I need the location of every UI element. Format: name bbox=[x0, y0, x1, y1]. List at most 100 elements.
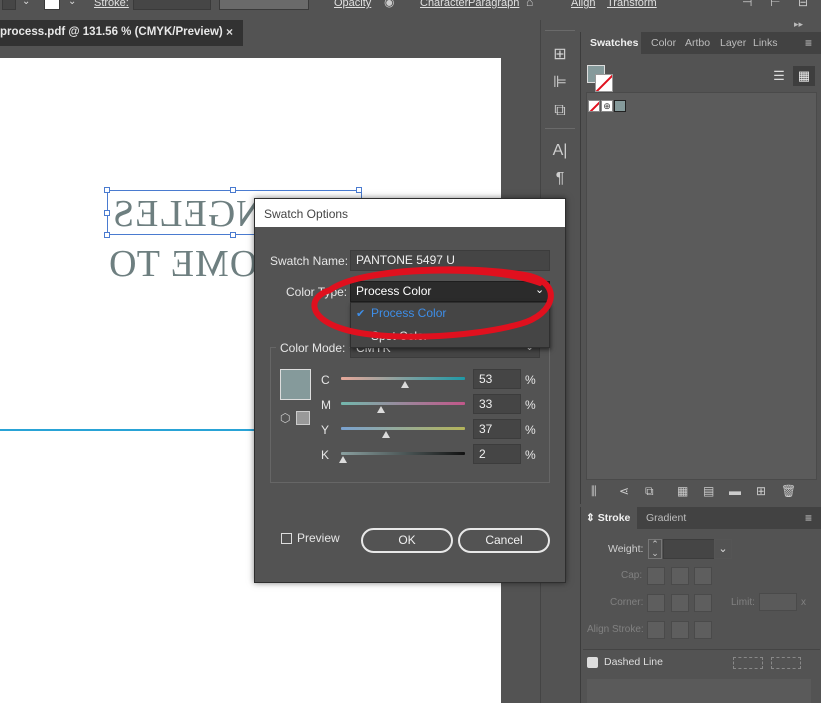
list-view-icon[interactable]: ☰ bbox=[769, 66, 789, 86]
dashed-line-checkbox[interactable] bbox=[587, 657, 598, 668]
dash-preserve-icon[interactable] bbox=[733, 657, 763, 669]
align-inside-button[interactable] bbox=[671, 621, 689, 639]
tab-gradient[interactable]: Gradient bbox=[646, 512, 686, 524]
projecting-cap-button[interactable] bbox=[694, 567, 712, 585]
trash-icon[interactable]: 🗑 bbox=[781, 484, 796, 498]
divider bbox=[583, 649, 820, 650]
collapse-right-icon[interactable]: ▸▸ bbox=[794, 19, 803, 30]
tab-swatches[interactable]: Swatches bbox=[590, 37, 638, 49]
magenta-label: M bbox=[321, 398, 331, 412]
selection-handle[interactable] bbox=[104, 187, 110, 193]
stroke-panel: ⇕ Stroke Gradient ≡ Weight: ⌃ ⌄ ⌄ Cap: Co… bbox=[580, 507, 821, 703]
artwork-text-line-1[interactable]: NGELES bbox=[112, 192, 264, 236]
out-of-gamut-cube-icon[interactable]: ⬡ bbox=[280, 411, 290, 425]
tab-color[interactable]: Color bbox=[651, 37, 676, 49]
yellow-unit: % bbox=[525, 423, 536, 437]
bevel-join-button[interactable] bbox=[694, 594, 712, 612]
new-swatch-icon[interactable]: ⊞ bbox=[756, 484, 766, 498]
chevron-down-icon[interactable]: ⌄ bbox=[714, 539, 732, 559]
tab-links[interactable]: Links bbox=[753, 37, 778, 49]
round-cap-button[interactable] bbox=[671, 567, 689, 585]
selection-handle[interactable] bbox=[104, 210, 110, 216]
swatch-none[interactable] bbox=[588, 100, 600, 112]
align-center-button[interactable] bbox=[647, 621, 665, 639]
tab-artboards[interactable]: Artbo bbox=[685, 37, 710, 49]
swatch-registration[interactable]: ⊕ bbox=[601, 100, 613, 112]
swatch-list[interactable]: ⊕ bbox=[586, 92, 817, 480]
black-slider[interactable] bbox=[341, 452, 465, 455]
stroke-indicator[interactable] bbox=[595, 74, 613, 92]
transform-link[interactable]: Transform bbox=[607, 0, 657, 9]
opentype-icon[interactable]: ⌂ bbox=[526, 0, 533, 9]
yellow-field[interactable]: 37 bbox=[473, 419, 521, 439]
stroke-label[interactable]: Stroke: bbox=[94, 0, 129, 9]
dash-gap-fields[interactable] bbox=[587, 679, 811, 703]
butt-cap-button[interactable] bbox=[647, 567, 665, 585]
variable-width-profile[interactable] bbox=[219, 0, 309, 10]
stroke-swatch[interactable] bbox=[44, 0, 60, 10]
weight-field[interactable] bbox=[663, 539, 715, 559]
cancel-button[interactable]: Cancel bbox=[458, 528, 550, 553]
stroke-panel-tabs: ⇕ Stroke Gradient ≡ bbox=[581, 507, 821, 529]
tab-stroke[interactable]: ⇕ Stroke bbox=[586, 512, 630, 524]
limit-field[interactable] bbox=[759, 593, 797, 611]
isolate-icon[interactable]: ⊢ bbox=[770, 0, 780, 9]
round-join-button[interactable] bbox=[671, 594, 689, 612]
folder-icon[interactable]: ▬ bbox=[729, 484, 741, 498]
document-tab-bar: process.pdf @ 131.56 % (CMYK/Preview) × bbox=[0, 20, 540, 46]
paragraph-link[interactable]: Paragraph bbox=[468, 0, 519, 9]
fill-swatch[interactable] bbox=[2, 0, 16, 10]
cyan-slider[interactable] bbox=[341, 377, 465, 380]
black-slider-thumb[interactable] bbox=[339, 456, 347, 463]
corner-label: Corner: bbox=[610, 597, 644, 608]
align-icon[interactable]: ⊫ bbox=[551, 74, 569, 92]
yellow-slider[interactable] bbox=[341, 427, 465, 430]
show-kinds-icon[interactable]: ⋖ bbox=[619, 484, 629, 498]
cyan-slider-thumb[interactable] bbox=[401, 381, 409, 388]
artboards-icon[interactable]: ⊞ bbox=[551, 46, 569, 64]
selection-handle[interactable] bbox=[356, 187, 362, 193]
paragraph-icon[interactable]: ¶ bbox=[551, 170, 569, 188]
chevron-down-icon[interactable]: ⌄ bbox=[22, 0, 30, 7]
black-field[interactable]: 2 bbox=[473, 444, 521, 464]
ok-button[interactable]: OK bbox=[361, 528, 453, 553]
edit-color-icon[interactable]: ▤ bbox=[703, 484, 714, 498]
arrange-icon[interactable]: ⊣ bbox=[742, 0, 752, 9]
panel-menu-icon[interactable]: ≡ bbox=[805, 36, 812, 50]
tab-layers[interactable]: Layer bbox=[720, 37, 746, 49]
swatch-pantone[interactable] bbox=[614, 100, 626, 112]
align-outside-button[interactable] bbox=[694, 621, 712, 639]
limit-unit: x bbox=[801, 597, 806, 608]
cyan-field[interactable]: 53 bbox=[473, 369, 521, 389]
close-icon[interactable]: × bbox=[226, 25, 233, 39]
magenta-slider[interactable] bbox=[341, 402, 465, 405]
panel-menu-icon[interactable]: ≡ bbox=[805, 511, 812, 525]
chevron-down-icon[interactable]: ⌄ bbox=[68, 0, 76, 7]
web-safe-swatch[interactable] bbox=[296, 411, 310, 425]
character-icon[interactable]: A| bbox=[551, 142, 569, 160]
grid-view-icon[interactable]: ▦ bbox=[793, 66, 815, 86]
artwork-text-line-2[interactable]: OME TO bbox=[108, 242, 257, 286]
weight-stepper[interactable]: ⌃ ⌄ bbox=[648, 539, 662, 559]
dash-align-icon[interactable] bbox=[771, 657, 801, 669]
stroke-weight-field[interactable] bbox=[133, 0, 211, 10]
pathfinder-icon[interactable]: ⧉ bbox=[551, 102, 569, 120]
yellow-slider-thumb[interactable] bbox=[382, 431, 390, 438]
cap-label: Cap: bbox=[621, 570, 643, 581]
recolor-icon[interactable]: ◉ bbox=[384, 0, 394, 9]
miter-join-button[interactable] bbox=[647, 594, 665, 612]
character-link[interactable]: Character bbox=[420, 0, 468, 9]
selection-handle[interactable] bbox=[104, 232, 110, 238]
align-link[interactable]: Align bbox=[571, 0, 595, 9]
swatch-options-icon[interactable]: ⧉ bbox=[645, 484, 654, 499]
magenta-unit: % bbox=[525, 398, 536, 412]
magenta-field[interactable]: 33 bbox=[473, 394, 521, 414]
preview-checkbox[interactable] bbox=[281, 533, 292, 544]
document-tab[interactable]: process.pdf @ 131.56 % (CMYK/Preview) × bbox=[0, 20, 243, 46]
opacity-link[interactable]: Opacity bbox=[334, 0, 371, 9]
library-icon[interactable]: ⫼ bbox=[591, 484, 597, 499]
menu-icon[interactable]: ⊟ bbox=[798, 0, 808, 9]
magenta-slider-thumb[interactable] bbox=[377, 406, 385, 413]
color-group-icon[interactable]: ▦ bbox=[677, 484, 688, 498]
swatch-options-dialog: Swatch Options Swatch Name: PANTONE 5497… bbox=[254, 198, 566, 583]
